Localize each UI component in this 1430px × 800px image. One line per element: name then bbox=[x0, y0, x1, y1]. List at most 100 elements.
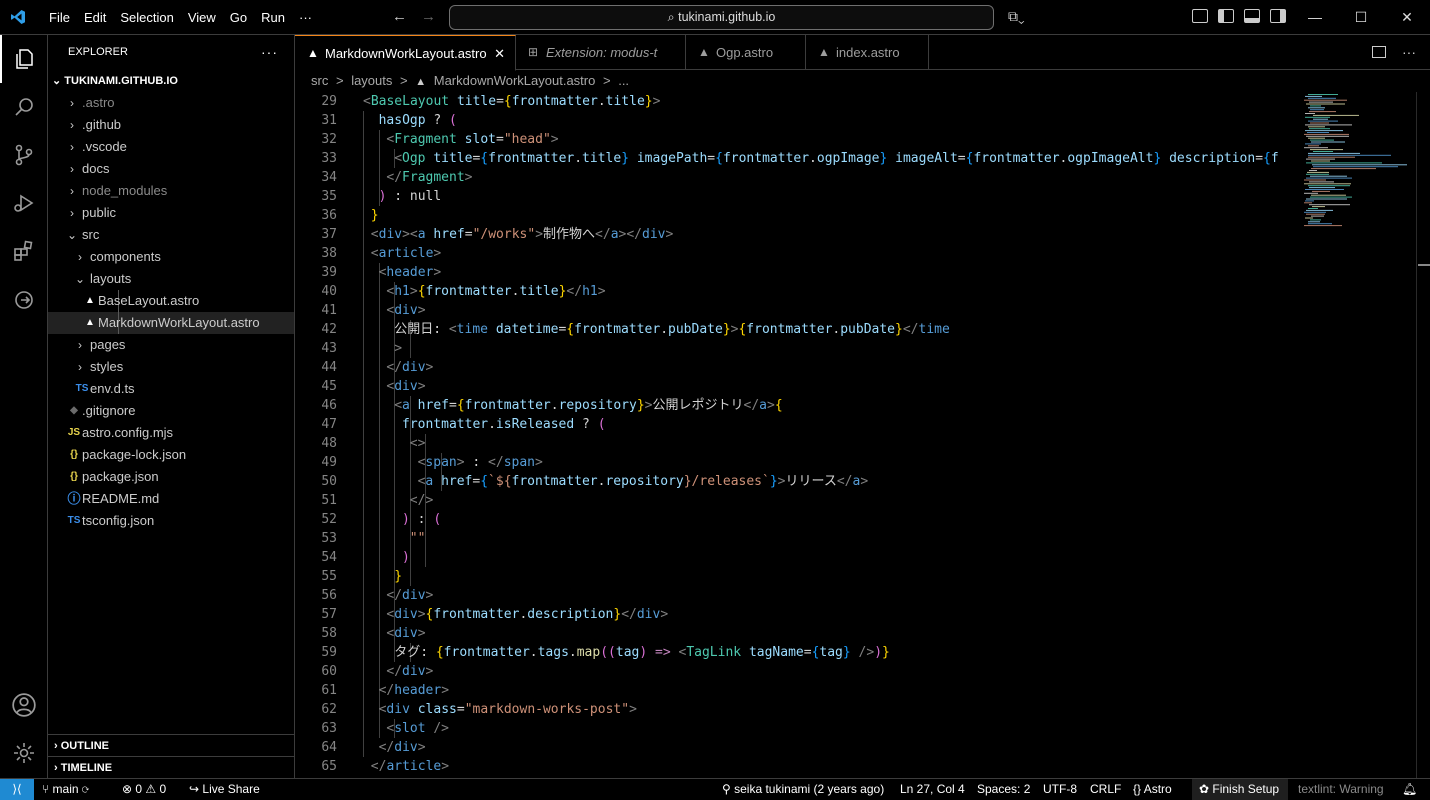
code-text: </header> bbox=[378, 683, 450, 698]
breadcrumb-symbol[interactable]: ... bbox=[618, 73, 629, 88]
code-text: <div><a href="/works">制作物へ</a></div> bbox=[370, 227, 674, 242]
tree-item[interactable]: › .github bbox=[48, 114, 294, 136]
breadcrumb-src[interactable]: src bbox=[311, 73, 328, 88]
code-text: <div class="markdown-works-post"> bbox=[378, 702, 637, 717]
tree-item[interactable]: ◆ .gitignore bbox=[48, 400, 294, 422]
workspace-root[interactable]: ⌄ TUKINAMI.GITHUB.IO bbox=[48, 70, 294, 92]
minimap[interactable] bbox=[1300, 92, 1416, 242]
accounts-icon[interactable] bbox=[0, 681, 48, 729]
menu-run[interactable]: Run bbox=[254, 0, 292, 35]
run-debug-icon[interactable] bbox=[0, 179, 48, 227]
line-number: 33 bbox=[321, 151, 337, 166]
activity-bar bbox=[0, 35, 48, 778]
close-window-button[interactable]: ✕ bbox=[1384, 0, 1430, 35]
encoding-indicator[interactable]: UTF-8 bbox=[1043, 779, 1077, 800]
textlint-status[interactable]: textlint: Warning bbox=[1298, 779, 1384, 800]
tree-item[interactable]: › .astro bbox=[48, 92, 294, 114]
tree-item[interactable]: TS tsconfig.json bbox=[48, 510, 294, 532]
finish-setup-label: Finish Setup bbox=[1212, 782, 1280, 796]
problems-indicator[interactable]: ⊗ 0 ⚠ 0 bbox=[122, 779, 166, 800]
astro-file-icon: ▲ bbox=[307, 46, 319, 60]
toggle-secondary-sidebar-icon[interactable] bbox=[1270, 9, 1286, 23]
explorer-activity-icon[interactable] bbox=[0, 35, 48, 83]
manage-gear-icon[interactable] bbox=[0, 729, 48, 777]
tab-ogp[interactable]: ▲ Ogp.astro bbox=[686, 35, 806, 70]
minimap-line bbox=[1310, 139, 1334, 141]
menu-view[interactable]: View bbox=[181, 0, 223, 35]
explorer-more-icon[interactable]: ··· bbox=[261, 35, 278, 70]
back-arrow-icon[interactable]: ← bbox=[392, 8, 407, 25]
source-control-icon[interactable] bbox=[0, 131, 48, 179]
tree-item[interactable]: › pages bbox=[48, 334, 294, 356]
tree-item[interactable]: ⌄ src bbox=[48, 224, 294, 246]
branch-indicator[interactable]: ⑂ main ⟳ bbox=[42, 779, 89, 800]
minimap-line bbox=[1308, 221, 1320, 223]
extensions-icon[interactable] bbox=[0, 227, 48, 275]
split-editor-icon[interactable] bbox=[1372, 46, 1386, 58]
chevron-down-icon: ⌄ bbox=[52, 75, 65, 87]
forward-arrow-icon[interactable]: → bbox=[421, 8, 436, 25]
minimap-line bbox=[1309, 111, 1336, 113]
maximize-button[interactable]: ☐ bbox=[1338, 0, 1384, 35]
notifications-bell-icon[interactable]: 🔔︎ bbox=[1402, 779, 1417, 800]
minimize-button[interactable]: — bbox=[1292, 0, 1338, 35]
line-number: 49 bbox=[321, 455, 337, 470]
close-tab-icon[interactable]: ✕ bbox=[494, 36, 505, 70]
indentation-indicator[interactable]: Spaces: 2 bbox=[977, 779, 1030, 800]
editor-scrollbar[interactable] bbox=[1416, 92, 1430, 778]
minimap-line bbox=[1310, 109, 1324, 111]
language-mode[interactable]: {} Astro bbox=[1133, 779, 1172, 800]
breadcrumb-layouts[interactable]: layouts bbox=[351, 73, 392, 88]
remote-explorer-icon[interactable] bbox=[0, 275, 48, 323]
tree-item[interactable]: ⓘ README.md bbox=[48, 488, 294, 510]
timeline-section[interactable]: › TIMELINE bbox=[48, 756, 294, 778]
live-share-button[interactable]: ↪ Live Share bbox=[189, 779, 260, 800]
git-blame-indicator[interactable]: ⚲ seika tukinami (2 years ago) bbox=[722, 779, 884, 800]
tab-index[interactable]: ▲ index.astro bbox=[806, 35, 929, 70]
tree-item[interactable]: ▲ BaseLayout.astro bbox=[48, 290, 294, 312]
menu-file[interactable]: File bbox=[42, 0, 77, 35]
eol-indicator[interactable]: CRLF bbox=[1090, 779, 1121, 800]
chevron-right-icon: › bbox=[78, 360, 82, 374]
git-file-icon: ◆ bbox=[70, 405, 78, 416]
cursor-position[interactable]: Ln 27, Col 4 bbox=[900, 779, 965, 800]
toggle-primary-sidebar-icon[interactable] bbox=[1218, 9, 1234, 23]
copilot-icon[interactable]: ⧉⌄ bbox=[1008, 8, 1025, 25]
tree-item[interactable]: ▲ MarkdownWorkLayout.astro bbox=[48, 312, 294, 334]
chevron-right-icon: › bbox=[70, 184, 74, 198]
remote-indicator-icon[interactable]: ⟩⟨ bbox=[0, 779, 34, 800]
more-actions-icon[interactable]: ··· bbox=[1402, 44, 1416, 60]
tree-item[interactable]: › public bbox=[48, 202, 294, 224]
tree-item[interactable]: TS env.d.ts bbox=[48, 378, 294, 400]
menu-selection[interactable]: Selection bbox=[113, 0, 180, 35]
tree-item-label: package-lock.json bbox=[82, 447, 187, 462]
tab-extension-modus[interactable]: ⊞ Extension: modus-t bbox=[516, 35, 686, 70]
outline-section[interactable]: › OUTLINE bbox=[48, 734, 294, 756]
tree-item[interactable]: JS astro.config.mjs bbox=[48, 422, 294, 444]
menu-go[interactable]: Go bbox=[223, 0, 254, 35]
toggle-panel-icon[interactable] bbox=[1244, 9, 1260, 23]
tree-item[interactable]: › docs bbox=[48, 158, 294, 180]
chevron-right-icon: › bbox=[78, 250, 82, 264]
minimap-line bbox=[1312, 164, 1407, 166]
minimap-line bbox=[1306, 135, 1349, 137]
tree-item[interactable]: › styles bbox=[48, 356, 294, 378]
customize-layout-icon[interactable] bbox=[1192, 9, 1208, 23]
tree-item[interactable]: {} package-lock.json bbox=[48, 444, 294, 466]
tab-markdownworklayout[interactable]: ▲ MarkdownWorkLayout.astro ✕ bbox=[295, 35, 516, 71]
finish-setup-button[interactable]: ✿ Finish Setup bbox=[1199, 779, 1279, 800]
command-center-search[interactable]: ⌕ tukinami.github.io bbox=[449, 5, 994, 30]
code-text: </div> bbox=[386, 588, 434, 603]
tree-item[interactable]: › node_modules bbox=[48, 180, 294, 202]
breadcrumb-file[interactable]: MarkdownWorkLayout.astro bbox=[434, 73, 596, 88]
menu-more[interactable]: ··· bbox=[292, 0, 319, 35]
code-text: hasOgp ? ( bbox=[378, 113, 457, 128]
tree-item[interactable]: {} package.json bbox=[48, 466, 294, 488]
menu-edit[interactable]: Edit bbox=[77, 0, 113, 35]
search-activity-icon[interactable] bbox=[0, 83, 48, 131]
code-editor[interactable]: 29 <BaseLayout title={frontmatter.title}>… bbox=[295, 92, 1300, 778]
tree-item[interactable]: › components bbox=[48, 246, 294, 268]
tree-item[interactable]: › .vscode bbox=[48, 136, 294, 158]
tree-item[interactable]: ⌄ layouts bbox=[48, 268, 294, 290]
tree-item-label: components bbox=[90, 249, 161, 264]
